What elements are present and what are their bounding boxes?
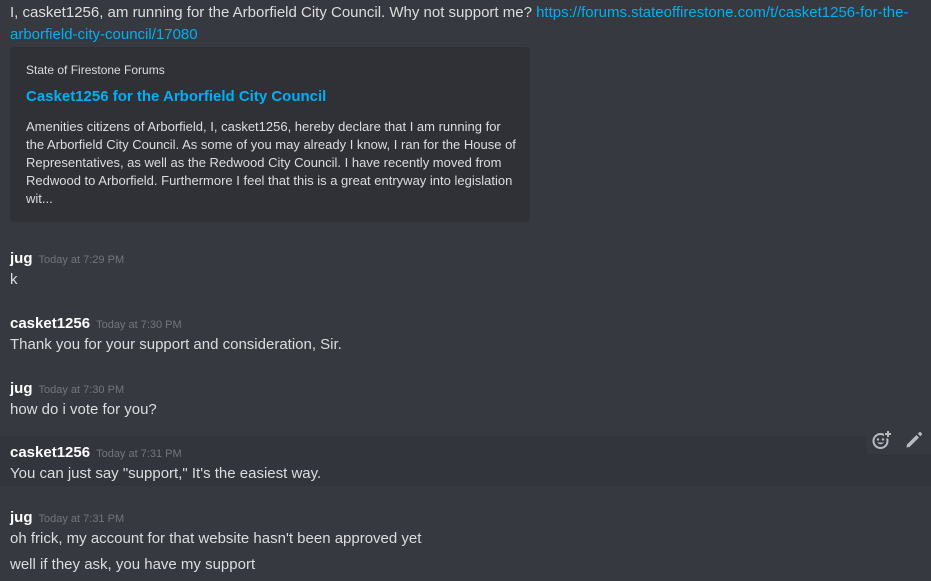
timestamp: Today at 7:29 PM: [38, 254, 125, 266]
message-text: You can just say "support," It's the eas…: [10, 465, 322, 482]
message-text: how do i vote for you?: [10, 401, 157, 418]
timestamp: Today at 7:31 PM: [38, 513, 125, 525]
message-text: Thank you for your support and considera…: [10, 336, 342, 353]
add-reaction-icon[interactable]: [872, 430, 892, 450]
username[interactable]: jug: [10, 250, 33, 267]
message-text: well if they ask, you have my support: [10, 556, 256, 573]
message-header: casket1256 Today at 7:30 PM: [10, 315, 182, 333]
username[interactable]: jug: [10, 380, 33, 397]
message-header: jug Today at 7:30 PM: [10, 380, 124, 398]
timestamp: Today at 7:31 PM: [96, 448, 182, 460]
message-group: casket1256 Today at 7:31 PM You can just …: [0, 436, 931, 486]
pencil-icon[interactable]: [904, 430, 924, 450]
timestamp: Today at 7:30 PM: [96, 319, 182, 331]
username[interactable]: jug: [10, 509, 33, 526]
username[interactable]: casket1256: [10, 444, 90, 461]
message-group: casket1256 Today at 7:30 PM Thank you for…: [0, 305, 931, 360]
message-text: I, casket1256, am running for the Arborf…: [10, 4, 537, 21]
link-embed: State of Firestone Forums Casket1256 for…: [10, 47, 530, 222]
message-text: oh frick, my account for that website ha…: [10, 530, 422, 547]
embed-description: Amenities citizens of Arborfield, I, cas…: [26, 119, 516, 206]
message-header: jug Today at 7:31 PM: [10, 509, 124, 527]
embed-provider: State of Firestone Forums: [26, 63, 165, 77]
message-header: casket1256 Today at 7:31 PM: [10, 444, 182, 462]
chat-messages: I, casket1256, am running for the Arborf…: [0, 0, 931, 581]
message-header: jug Today at 7:29 PM: [10, 250, 124, 268]
timestamp: Today at 7:30 PM: [38, 384, 125, 396]
embed-title-link[interactable]: Casket1256 for the Arborfield City Counc…: [26, 88, 326, 105]
message-group: jug Today at 7:29 PM k: [0, 240, 931, 295]
message-group: jug Today at 7:31 PM oh frick, my account…: [0, 500, 931, 581]
message-content: I, casket1256, am running for the Arborf…: [10, 2, 915, 46]
message-group: jug Today at 7:30 PM how do i vote for yo…: [0, 370, 931, 425]
message-text: k: [10, 271, 18, 288]
username[interactable]: casket1256: [10, 315, 90, 332]
message-actions: [866, 424, 931, 454]
